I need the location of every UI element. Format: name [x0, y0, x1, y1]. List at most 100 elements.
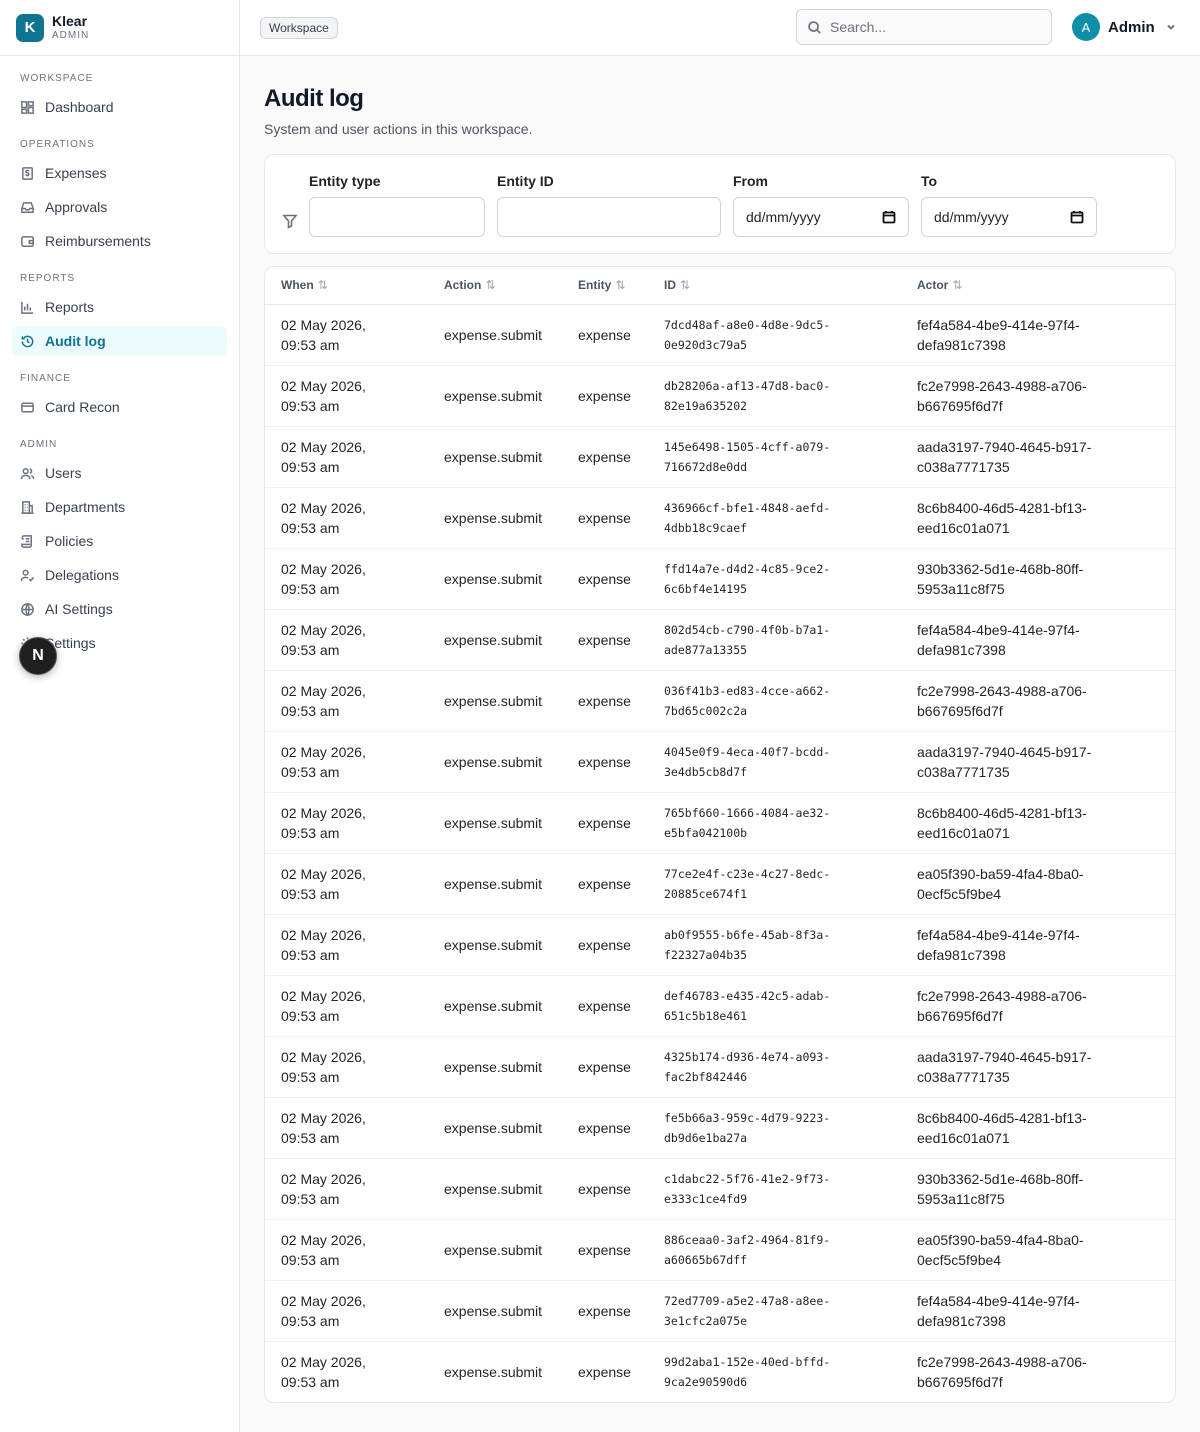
user-check-icon: [20, 569, 35, 582]
cell-when: 02 May 2026, 09:53 am: [281, 1353, 366, 1390]
entity-type-filter: Entity type: [309, 173, 485, 237]
building-icon: [21, 500, 34, 514]
cell-when: 02 May 2026, 09:53 am: [281, 1170, 366, 1207]
cell-when: 02 May 2026, 09:53 am: [281, 926, 366, 963]
cell-actor: aada3197-7940-4645-b917- c038a7771735: [917, 1048, 1092, 1085]
table-row[interactable]: 02 May 2026, 09:53 am expense.submit expens…: [265, 426, 1175, 487]
cell-action: expense.submit: [444, 326, 543, 343]
cell-id: c1dabc22-5f76-41e2-9f73- e333c1ce4fd9: [664, 1171, 831, 1206]
column-header-action[interactable]: Action ⇅: [428, 267, 562, 304]
cell-id: 4325b174-d936-4e74-a093- fac2bf842446: [664, 1049, 831, 1084]
credit-card-icon: [21, 402, 34, 412]
column-header-entity[interactable]: Entity ⇅: [562, 267, 648, 304]
wallet-icon: [21, 235, 34, 247]
table-row[interactable]: 02 May 2026, 09:53 am expense.submit expens…: [265, 304, 1175, 365]
sort-icon[interactable]: ⇅: [318, 278, 328, 292]
calendar-icon[interactable]: [882, 210, 896, 224]
cell-action: expense.submit: [444, 570, 543, 587]
chevron-down-icon: [1166, 24, 1175, 30]
sort-icon[interactable]: ⇅: [680, 278, 690, 292]
cell-entity: expense: [578, 1302, 631, 1319]
table-row[interactable]: 02 May 2026, 09:53 am expense.submit expens…: [265, 548, 1175, 609]
workspace-badge[interactable]: Workspace: [260, 17, 338, 39]
from-date-input[interactable]: dd/mm/yyyy: [733, 197, 909, 237]
table-row[interactable]: 02 May 2026, 09:53 am expense.submit expens…: [265, 1158, 1175, 1219]
nav-section-finance: FINANCE Card Recon: [12, 372, 227, 422]
cell-action: expense.submit: [444, 631, 543, 648]
column-header-id[interactable]: ID ⇅: [648, 267, 901, 304]
sidebar-item-expenses[interactable]: Expenses: [12, 158, 227, 188]
column-header-actor[interactable]: Actor ⇅: [901, 267, 1175, 304]
sidebar-item-users[interactable]: Users: [12, 458, 227, 488]
table-row[interactable]: 02 May 2026, 09:53 am expense.submit expens…: [265, 365, 1175, 426]
table-row[interactable]: 02 May 2026, 09:53 am expense.submit expens…: [265, 609, 1175, 670]
sidebar-item-reimbursements[interactable]: Reimbursements: [12, 226, 227, 256]
cell-entity: expense: [578, 692, 631, 709]
entity-id-input[interactable]: [497, 197, 721, 237]
cell-entity: expense: [578, 875, 631, 892]
cell-actor: aada3197-7940-4645-b917- c038a7771735: [917, 743, 1092, 780]
brand[interactable]: K Klear ADMIN: [0, 0, 239, 56]
cell-entity: expense: [578, 387, 631, 404]
table-row[interactable]: 02 May 2026, 09:53 am expense.submit expens…: [265, 853, 1175, 914]
sidebar-item-policies[interactable]: Policies: [12, 526, 227, 556]
to-date-input[interactable]: dd/mm/yyyy: [921, 197, 1097, 237]
sidebar-item-approvals[interactable]: Approvals: [12, 192, 227, 222]
cell-entity: expense: [578, 1180, 631, 1197]
table-row[interactable]: 02 May 2026, 09:53 am expense.submit expens…: [265, 1280, 1175, 1341]
cell-action: expense.submit: [444, 1180, 543, 1197]
cell-action: expense.submit: [444, 936, 543, 953]
sort-icon[interactable]: ⇅: [952, 278, 962, 292]
dashboard-icon: [21, 100, 34, 114]
avatar: A: [1072, 13, 1100, 41]
table-row[interactable]: 02 May 2026, 09:53 am expense.submit expens…: [265, 731, 1175, 792]
sidebar-item-reports[interactable]: Reports: [12, 292, 227, 322]
sort-icon[interactable]: ⇅: [485, 278, 495, 292]
table-row[interactable]: 02 May 2026, 09:53 am expense.submit expens…: [265, 670, 1175, 731]
brand-subtitle: ADMIN: [52, 30, 90, 41]
cell-actor: ea05f390-ba59-4fa4-8ba0- 0ecf5c5f9be4: [917, 1231, 1084, 1268]
table-row[interactable]: 02 May 2026, 09:53 am expense.submit expens…: [265, 1097, 1175, 1158]
calendar-icon[interactable]: [1070, 210, 1084, 224]
sidebar-item-audit-log[interactable]: Audit log: [12, 326, 227, 356]
cell-when: 02 May 2026, 09:53 am: [281, 316, 366, 353]
globe-icon: [21, 602, 34, 616]
cell-id: ffd14a7e-d4d2-4c85-9ce2- 6c6bf4e14195: [664, 561, 831, 596]
cell-when: 02 May 2026, 09:53 am: [281, 804, 366, 841]
entity-type-input[interactable]: [309, 197, 485, 237]
table-row[interactable]: 02 May 2026, 09:53 am expense.submit expens…: [265, 914, 1175, 975]
sidebar-item-ai-settings[interactable]: AI Settings: [12, 594, 227, 624]
search-icon: [808, 20, 821, 34]
table-row[interactable]: 02 May 2026, 09:53 am expense.submit expens…: [265, 1219, 1175, 1280]
table-row[interactable]: 02 May 2026, 09:53 am expense.submit expens…: [265, 487, 1175, 548]
topbar: Workspace A Admin: [240, 0, 1200, 56]
search-input[interactable]: [830, 19, 1030, 35]
search-box[interactable]: [796, 9, 1052, 45]
cell-when: 02 May 2026, 09:53 am: [281, 377, 366, 414]
table-row[interactable]: 02 May 2026, 09:53 am expense.submit expens…: [265, 1036, 1175, 1097]
cell-id: 145e6498-1505-4cff-a079- 716672d8e0dd: [664, 439, 831, 474]
floating-action-badge[interactable]: N: [19, 637, 57, 675]
sidebar-item-card-recon[interactable]: Card Recon: [12, 392, 227, 422]
table-row[interactable]: 02 May 2026, 09:53 am expense.submit expens…: [265, 1341, 1175, 1402]
sidebar-item-label: Reports: [45, 299, 95, 315]
sidebar-item-label: Expenses: [45, 165, 107, 181]
cell-entity: expense: [578, 814, 631, 831]
column-header-when[interactable]: When ⇅: [265, 267, 428, 304]
sort-icon[interactable]: ⇅: [615, 278, 625, 292]
cell-id: 99d2aba1-152e-40ed-bffd- 9ca2e90590d6: [664, 1354, 831, 1389]
table-row[interactable]: 02 May 2026, 09:53 am expense.submit expens…: [265, 975, 1175, 1036]
table-row[interactable]: 02 May 2026, 09:53 am expense.submit expens…: [265, 792, 1175, 853]
cell-action: expense.submit: [444, 814, 543, 831]
sidebar-item-label: AI Settings: [45, 601, 113, 617]
brand-logo: K: [16, 13, 44, 42]
sidebar-item-departments[interactable]: Departments: [12, 492, 227, 522]
sidebar-item-delegations[interactable]: Delegations: [12, 560, 227, 590]
sidebar-item-dashboard[interactable]: Dashboard: [12, 92, 227, 122]
cell-when: 02 May 2026, 09:53 am: [281, 987, 366, 1024]
scroll-icon: [21, 534, 32, 548]
table-header-row: When ⇅ Action ⇅ Entity ⇅ ID ⇅ Actor ⇅: [265, 267, 1175, 304]
inbox-icon: [21, 201, 34, 213]
cell-entity: expense: [578, 753, 631, 770]
user-menu[interactable]: A Admin: [1072, 13, 1177, 41]
